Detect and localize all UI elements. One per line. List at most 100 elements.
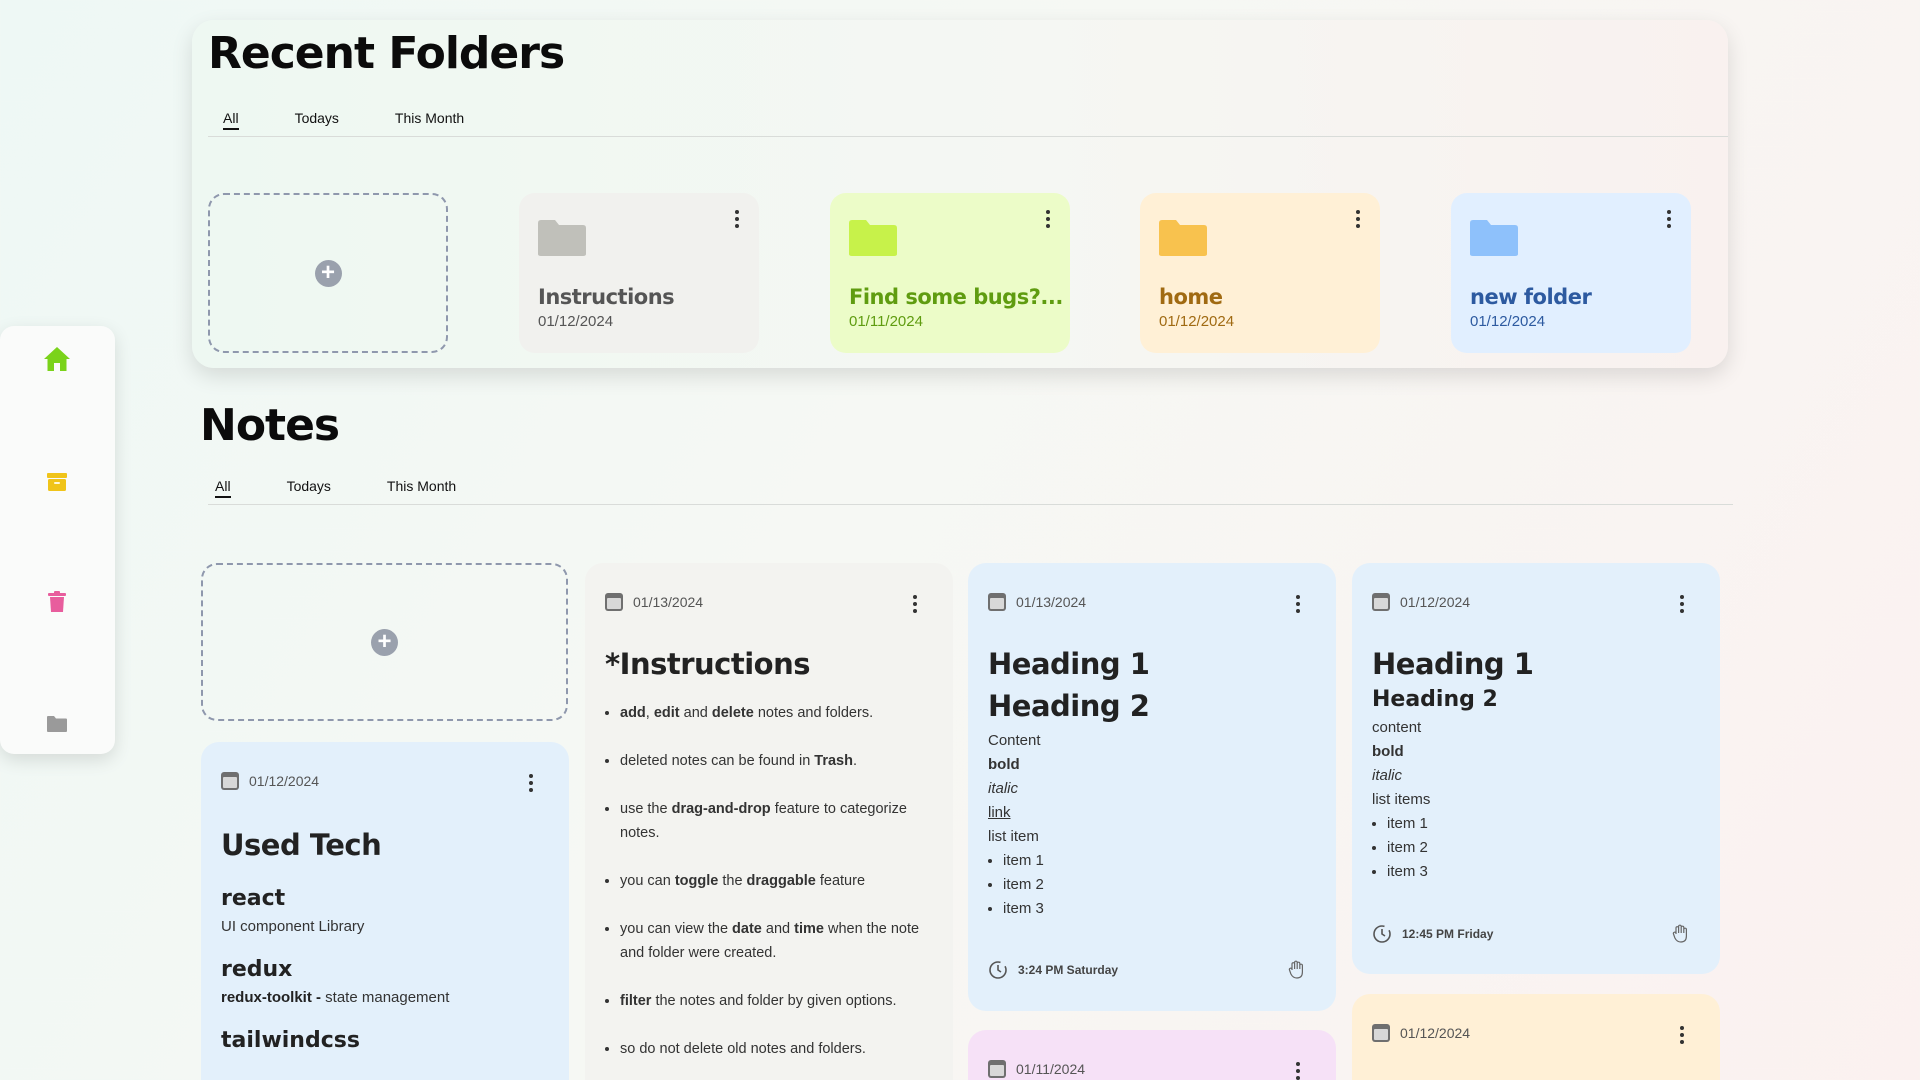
- note-menu-button[interactable]: [1674, 1023, 1690, 1047]
- sidebar: [0, 326, 115, 754]
- folder-card[interactable]: Find some bugs?... 01/11/2024: [830, 193, 1070, 353]
- calendar-icon: [221, 772, 239, 790]
- calendar-icon: [605, 593, 623, 611]
- folder-date: 01/12/2024: [538, 313, 614, 330]
- sidebar-item-home[interactable]: [42, 344, 72, 374]
- list-item: you can toggle the draggable feature: [620, 869, 933, 893]
- note-menu-button[interactable]: [907, 592, 923, 616]
- list-item: add, edit and delete notes and folders.: [620, 701, 933, 725]
- add-folder-button[interactable]: +: [208, 193, 448, 353]
- note-date: 01/12/2024: [1400, 594, 1471, 610]
- note-bold-text: bold: [988, 756, 1020, 773]
- note-date: 01/11/2024: [1016, 1061, 1086, 1077]
- list-item: you can view the date and time when the …: [620, 917, 933, 965]
- drag-hand-icon[interactable]: [1286, 959, 1308, 981]
- calendar-icon: [988, 593, 1006, 611]
- note-menu-button[interactable]: [1290, 1059, 1306, 1080]
- note-time-row: 3:24 PM Saturday: [988, 960, 1118, 980]
- calendar-icon: [1372, 1024, 1390, 1042]
- folder-icon: [1470, 220, 1518, 256]
- tech-name: tailwindcss: [221, 1028, 360, 1053]
- list-item: item 2: [1387, 836, 1700, 860]
- note-content: Heading 1 Heading 2 Content bold italic …: [988, 647, 1316, 921]
- notes-tabs-divider: [208, 504, 1733, 505]
- note-date-row: 01/12/2024: [1372, 593, 1470, 611]
- folder-date: 01/12/2024: [1159, 313, 1235, 330]
- note-card-used-tech[interactable]: 01/12/2024 Used Tech react UI component …: [201, 742, 569, 1080]
- tabs-divider: [208, 136, 1728, 137]
- folder-icon: [849, 220, 897, 256]
- folder-card[interactable]: Instructions 01/12/2024: [519, 193, 759, 353]
- folder-card[interactable]: home 01/12/2024: [1140, 193, 1380, 353]
- list-item: item 1: [1003, 849, 1316, 873]
- folder-name: Instructions: [538, 285, 675, 309]
- tab-notes-all[interactable]: All: [215, 478, 231, 498]
- instructions-list: add, edit and delete notes and folders. …: [605, 701, 933, 1061]
- tech-desc-bold: redux-toolkit -: [221, 989, 321, 1006]
- note-heading-2: Heading 2: [988, 689, 1150, 723]
- plus-icon: +: [371, 628, 398, 656]
- notes-filter-tabs: All Todays This Month: [215, 478, 456, 498]
- list-item: item 3: [1003, 897, 1316, 921]
- note-list: item 1 item 2 item 3: [1372, 812, 1700, 884]
- sidebar-item-archive[interactable]: [42, 467, 72, 497]
- note-date: 01/13/2024: [1016, 594, 1087, 610]
- note-heading-1: Heading 1: [988, 647, 1150, 681]
- note-card-headings[interactable]: 01/13/2024 Heading 1 Heading 2 Content b…: [968, 563, 1336, 1011]
- note-date: 01/13/2024: [633, 594, 704, 610]
- note-content: *Instructions add, edit and delete notes…: [605, 647, 933, 1080]
- note-content: Heading 1 Heading 2 content bold italic …: [1372, 647, 1700, 884]
- note-card-headings-2[interactable]: 01/12/2024 Heading 1 Heading 2 content b…: [1352, 563, 1720, 974]
- note-heading: Used Tech: [221, 828, 382, 862]
- drag-hand-icon[interactable]: [1670, 923, 1692, 945]
- list-item: deleted notes can be found in Trash.: [620, 749, 933, 773]
- note-list-label: list item: [988, 828, 1039, 845]
- note-heading: *Instructions: [605, 647, 811, 681]
- tech-desc-text: state management: [321, 989, 450, 1006]
- sidebar-item-trash[interactable]: [42, 587, 72, 617]
- note-italic-text: italic: [1372, 767, 1403, 784]
- folder-menu-button[interactable]: [1661, 207, 1677, 231]
- note-heading-1: Heading 1: [1372, 647, 1534, 681]
- note-link[interactable]: link: [988, 801, 1316, 825]
- tab-notes-todays[interactable]: Todays: [287, 478, 331, 498]
- list-item: use the drag-and-drop feature to categor…: [620, 797, 933, 845]
- notes-title: Notes: [200, 400, 340, 451]
- tech-desc: UI component Library: [221, 918, 365, 935]
- list-item: item 1: [1387, 812, 1700, 836]
- note-menu-button[interactable]: [523, 771, 539, 795]
- sidebar-item-folders[interactable]: [42, 709, 72, 739]
- clock-icon: [1373, 925, 1391, 943]
- note-date-row: 01/13/2024: [988, 593, 1086, 611]
- note-card-partial[interactable]: 01/11/2024: [968, 1030, 1336, 1080]
- add-note-button[interactable]: +: [201, 563, 568, 721]
- note-menu-button[interactable]: [1674, 592, 1690, 616]
- folder-menu-button[interactable]: [729, 207, 745, 231]
- clock-icon: [989, 961, 1007, 979]
- note-date-row: 01/12/2024: [221, 772, 319, 790]
- folder-menu-button[interactable]: [1350, 207, 1366, 231]
- tab-folders-this-month[interactable]: This Month: [395, 110, 464, 130]
- folder-icon: [47, 716, 67, 732]
- tab-folders-todays[interactable]: Todays: [295, 110, 339, 130]
- folder-icon: [538, 220, 586, 256]
- note-date-row: 01/11/2024: [988, 1060, 1085, 1078]
- tab-folders-all[interactable]: All: [223, 110, 239, 130]
- tab-notes-this-month[interactable]: This Month: [387, 478, 456, 498]
- note-bold-text: bold: [1372, 743, 1404, 760]
- note-card-partial[interactable]: 01/12/2024: [1352, 994, 1720, 1080]
- home-icon: [44, 347, 70, 371]
- note-card-instructions[interactable]: 01/13/2024 *Instructions add, edit and d…: [585, 563, 953, 1080]
- recent-folders-title: Recent Folders: [208, 28, 565, 79]
- note-time: 3:24 PM Saturday: [1018, 963, 1119, 977]
- note-time: 12:45 PM Friday: [1402, 927, 1494, 941]
- note-menu-button[interactable]: [1290, 592, 1306, 616]
- note-italic-text: italic: [988, 780, 1019, 797]
- note-footer: 12:45 PM Friday: [1372, 923, 1700, 945]
- folder-icon: [1159, 220, 1207, 256]
- folder-card[interactable]: new folder 01/12/2024: [1451, 193, 1691, 353]
- folder-menu-button[interactable]: [1040, 207, 1056, 231]
- folder-name: new folder: [1470, 285, 1592, 309]
- note-date-row: 01/13/2024: [605, 593, 703, 611]
- calendar-icon: [1372, 593, 1390, 611]
